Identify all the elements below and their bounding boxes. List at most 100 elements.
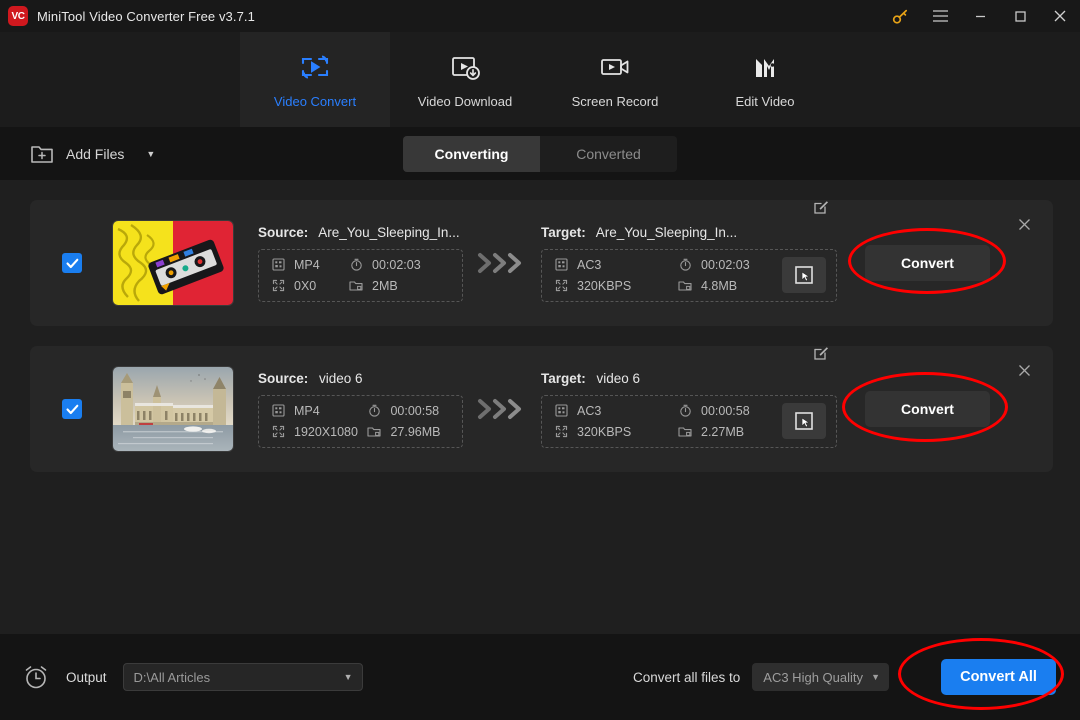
target-format-value: AC3 bbox=[577, 403, 602, 418]
cassette-tape-thumbnail bbox=[113, 221, 233, 305]
edit-target-button[interactable] bbox=[814, 199, 829, 219]
convert-button[interactable]: Convert bbox=[865, 391, 990, 427]
close-icon bbox=[1054, 10, 1066, 22]
tab-converting[interactable]: Converting bbox=[403, 136, 540, 172]
source-resolution-value: 1920X1080 bbox=[294, 424, 358, 439]
source-info: Source: Are_You_Sleeping_In... MP4 00:02… bbox=[258, 225, 463, 302]
preview-icon bbox=[795, 266, 813, 284]
chevron-down-icon[interactable]: ▼ bbox=[871, 672, 880, 682]
table-row[interactable]: Source: Are_You_Sleeping_In... MP4 00:02… bbox=[30, 200, 1053, 326]
nav-item-edit-video[interactable]: Edit Video bbox=[690, 32, 840, 127]
stopwatch-icon bbox=[367, 404, 381, 418]
format-icon bbox=[554, 404, 568, 418]
format-icon bbox=[271, 258, 285, 272]
target-info: Target: Are_You_Sleeping_In... AC3 00:02… bbox=[541, 200, 837, 302]
maximize-button[interactable] bbox=[1000, 0, 1040, 32]
minimize-button[interactable] bbox=[960, 0, 1000, 32]
app-logo-text: VC bbox=[11, 10, 25, 22]
source-filename: Are_You_Sleeping_In... bbox=[318, 224, 460, 240]
row-actions: Convert bbox=[837, 200, 1053, 326]
source-resolution: 0X0 bbox=[271, 279, 349, 293]
source-format-value: MP4 bbox=[294, 403, 320, 418]
checkmark-icon bbox=[65, 258, 78, 268]
edit-icon bbox=[814, 346, 828, 360]
convert-button-label: Convert bbox=[901, 255, 954, 271]
remove-file-button[interactable] bbox=[1018, 364, 1031, 382]
add-folder-icon bbox=[31, 146, 53, 163]
row-checkbox[interactable] bbox=[62, 253, 82, 273]
target-duration-value: 00:00:58 bbox=[701, 403, 750, 418]
tab-converted-label: Converted bbox=[576, 146, 641, 162]
file-thumbnail bbox=[112, 366, 234, 452]
convert-button-label: Convert bbox=[901, 401, 954, 417]
filesize-icon bbox=[678, 425, 692, 439]
target-info: Target: video 6 AC3 00:00:58 320KBPS 2.2… bbox=[541, 346, 837, 448]
filesize-icon bbox=[678, 279, 692, 293]
source-title: Source: Are_You_Sleeping_In... bbox=[258, 225, 463, 240]
row-actions: Convert bbox=[837, 346, 1053, 472]
source-spec-box: MP4 00:00:58 1920X1080 27.96MB bbox=[258, 394, 463, 448]
minimize-icon bbox=[975, 15, 985, 17]
target-label: Target: bbox=[541, 224, 586, 240]
convert-all-to-label: Convert all files to bbox=[632, 669, 741, 685]
convert-all-button[interactable]: Convert All bbox=[941, 659, 1056, 695]
edit-icon bbox=[814, 200, 828, 214]
format-icon bbox=[271, 404, 285, 418]
source-format-value: MP4 bbox=[294, 257, 320, 272]
output-path-value: D:\All Articles bbox=[133, 669, 211, 685]
nav-item-video-convert[interactable]: Video Convert bbox=[240, 32, 390, 127]
conversion-arrows-icon bbox=[477, 252, 529, 274]
source-resolution: 1920X1080 bbox=[271, 425, 367, 439]
source-duration-value: 00:00:58 bbox=[390, 403, 440, 418]
menu-button[interactable] bbox=[920, 0, 960, 32]
preset-dropdown[interactable]: AC3 High Quality ▼ bbox=[752, 663, 889, 691]
output-path-field[interactable]: D:\All Articles ▼ bbox=[122, 663, 363, 691]
source-duration: 00:00:58 bbox=[367, 404, 450, 418]
file-thumbnail bbox=[112, 220, 234, 306]
preview-target-button[interactable] bbox=[782, 257, 826, 293]
edit-video-icon bbox=[748, 51, 782, 85]
chevron-down-icon[interactable]: ▼ bbox=[146, 149, 155, 159]
file-toolbar: Add Files ▼ Converting Converted bbox=[0, 128, 1080, 180]
target-size-value: 2.27MB bbox=[701, 424, 745, 439]
source-resolution-value: 0X0 bbox=[294, 278, 317, 293]
tab-converting-label: Converting bbox=[434, 146, 509, 162]
resolution-icon bbox=[554, 279, 568, 293]
close-icon bbox=[1019, 365, 1030, 376]
convert-button[interactable]: Convert bbox=[865, 245, 990, 281]
chevron-down-icon[interactable]: ▼ bbox=[344, 672, 353, 682]
row-checkbox[interactable] bbox=[62, 399, 82, 419]
key-button[interactable] bbox=[880, 0, 920, 32]
close-button[interactable] bbox=[1040, 0, 1080, 32]
nav-label-edit-video: Edit Video bbox=[735, 93, 795, 109]
target-format: AC3 bbox=[554, 258, 678, 272]
converting-converted-tabs: Converting Converted bbox=[403, 136, 677, 172]
bottom-bar: Output D:\All Articles ▼ Convert all fil… bbox=[0, 634, 1080, 720]
target-format-value: AC3 bbox=[577, 257, 602, 272]
file-list: Source: Are_You_Sleeping_In... MP4 00:02… bbox=[0, 180, 1080, 634]
nav-item-screen-record[interactable]: Screen Record bbox=[540, 32, 690, 127]
edit-target-button[interactable] bbox=[814, 345, 829, 365]
target-duration-value: 00:02:03 bbox=[701, 257, 750, 272]
output-label: Output bbox=[66, 669, 107, 685]
source-size-value: 27.96MB bbox=[390, 424, 441, 439]
remove-file-button[interactable] bbox=[1018, 218, 1031, 236]
preview-target-button[interactable] bbox=[782, 403, 826, 439]
stopwatch-icon bbox=[678, 258, 692, 272]
nav-label-video-convert: Video Convert bbox=[273, 93, 357, 109]
tab-converted[interactable]: Converted bbox=[540, 136, 677, 172]
target-title: Target: video 6 bbox=[541, 371, 837, 386]
resolution-icon bbox=[271, 279, 285, 293]
checkmark-icon bbox=[65, 404, 78, 414]
nav-item-video-download[interactable]: Video Download bbox=[390, 32, 540, 127]
target-spec-box: AC3 00:00:58 320KBPS 2.27MB bbox=[541, 394, 837, 448]
table-row[interactable]: Source: video 6 MP4 00:00:58 1920X1080 2… bbox=[30, 346, 1053, 472]
target-filename: video 6 bbox=[596, 370, 641, 386]
source-size: 2MB bbox=[349, 279, 450, 293]
app-window: VC MiniTool Video Converter Free v3.7.1 bbox=[0, 0, 1080, 720]
source-label: Source: bbox=[258, 224, 309, 240]
add-files-button[interactable]: Add Files ▼ bbox=[30, 143, 155, 165]
source-duration-value: 00:02:03 bbox=[372, 257, 421, 272]
preset-value: AC3 High Quality bbox=[763, 669, 863, 685]
source-label: Source: bbox=[258, 370, 309, 386]
